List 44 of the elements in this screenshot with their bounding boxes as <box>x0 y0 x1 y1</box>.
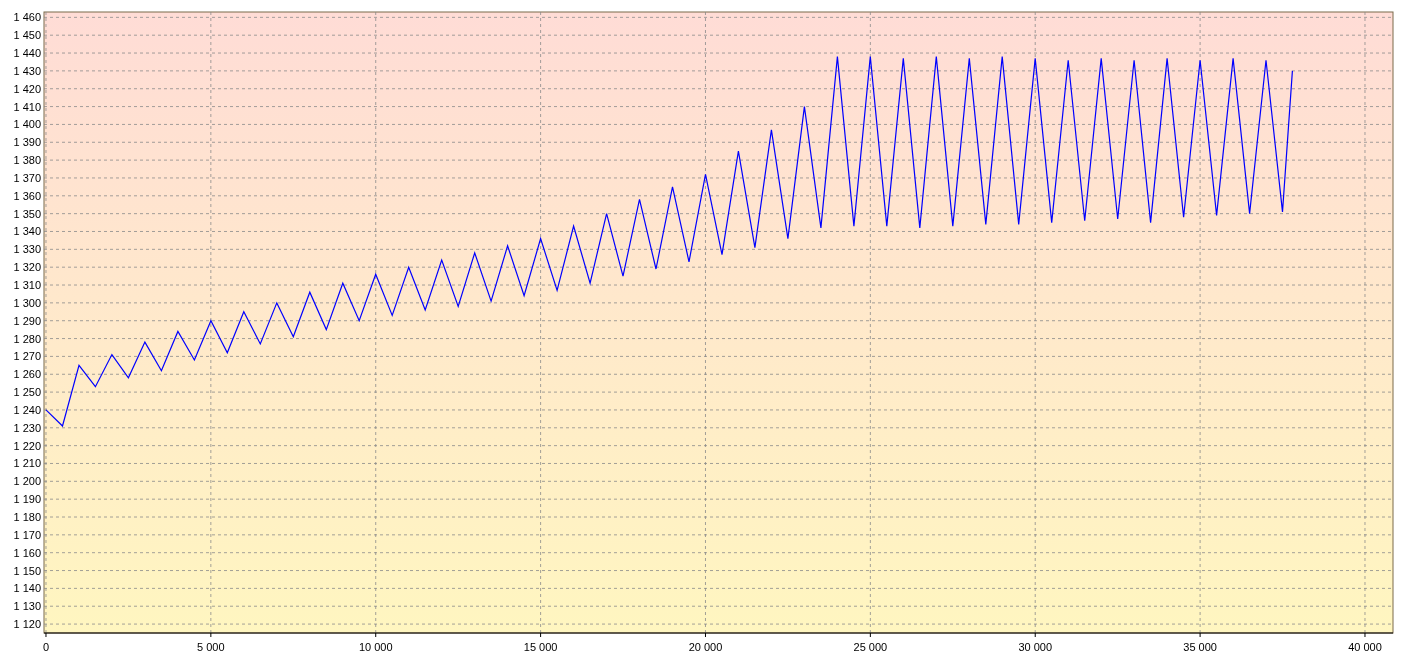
y-axis-tick-label: 1 240 <box>13 403 41 416</box>
y-axis-tick-label: 1 130 <box>13 600 41 613</box>
x-axis-tick-label: 40 000 <box>1348 641 1382 653</box>
y-axis-tick-label: 1 370 <box>13 171 41 184</box>
y-axis-tick-label: 1 420 <box>13 82 41 95</box>
y-axis-tick-label: 1 440 <box>13 47 41 60</box>
y-axis-tick-label: 1 280 <box>13 332 41 345</box>
y-axis-tick-label: 1 430 <box>13 64 41 77</box>
y-axis-tick-label: 1 310 <box>13 279 41 292</box>
x-axis-tick-label: 30 000 <box>1018 641 1053 653</box>
y-axis-tick-label: 1 190 <box>13 493 41 506</box>
y-axis-tick-label: 1 210 <box>13 457 41 470</box>
y-axis-tick-label: 1 220 <box>13 439 41 452</box>
y-axis-tick-label: 1 390 <box>13 136 41 149</box>
x-axis-tick-label: 10 000 <box>358 641 393 653</box>
y-axis-tick-label: 1 350 <box>13 207 41 220</box>
y-axis-tick-label: 1 200 <box>13 475 41 488</box>
x-axis-tick-label: 35 000 <box>1183 641 1217 653</box>
y-axis-tick-label: 1 360 <box>13 189 41 202</box>
y-axis-tick-label: 1 300 <box>13 296 41 309</box>
y-axis-tick-label: 1 180 <box>13 511 41 523</box>
y-axis-tick-label: 1 330 <box>13 243 41 256</box>
y-axis-tick-label: 1 260 <box>13 368 41 381</box>
y-axis-tick-label: 1 160 <box>13 546 41 559</box>
x-axis-tick-label: 20 000 <box>688 641 723 653</box>
x-axis-tick-label: 0 <box>42 641 50 653</box>
y-axis-tick-label: 1 380 <box>13 154 41 167</box>
y-axis-tick-label: 1 410 <box>13 100 41 113</box>
y-axis-tick-label: 1 150 <box>13 564 41 577</box>
y-axis-tick-label: 1 120 <box>13 618 41 631</box>
y-axis-tick-label: 1 320 <box>13 261 41 274</box>
y-axis-tick-label: 1 340 <box>13 225 41 238</box>
y-axis-tick-label: 1 250 <box>13 386 41 399</box>
y-axis-tick-label: 1 270 <box>13 350 41 363</box>
x-axis-tick-label: 15 000 <box>523 641 558 653</box>
y-axis-tick-label: 1 230 <box>13 421 41 434</box>
y-axis-tick-label: 1 460 <box>13 11 41 24</box>
x-axis-tick-label: 5 000 <box>197 641 225 653</box>
y-axis-tick-label: 1 450 <box>13 29 41 42</box>
y-axis-tick-label: 1 140 <box>13 582 41 595</box>
x-axis-tick-label: 25 000 <box>853 641 888 653</box>
y-axis-tick-label: 1 290 <box>13 314 41 327</box>
y-axis-tick-label: 1 400 <box>13 118 41 131</box>
y-axis-tick-label: 1 170 <box>13 528 41 541</box>
